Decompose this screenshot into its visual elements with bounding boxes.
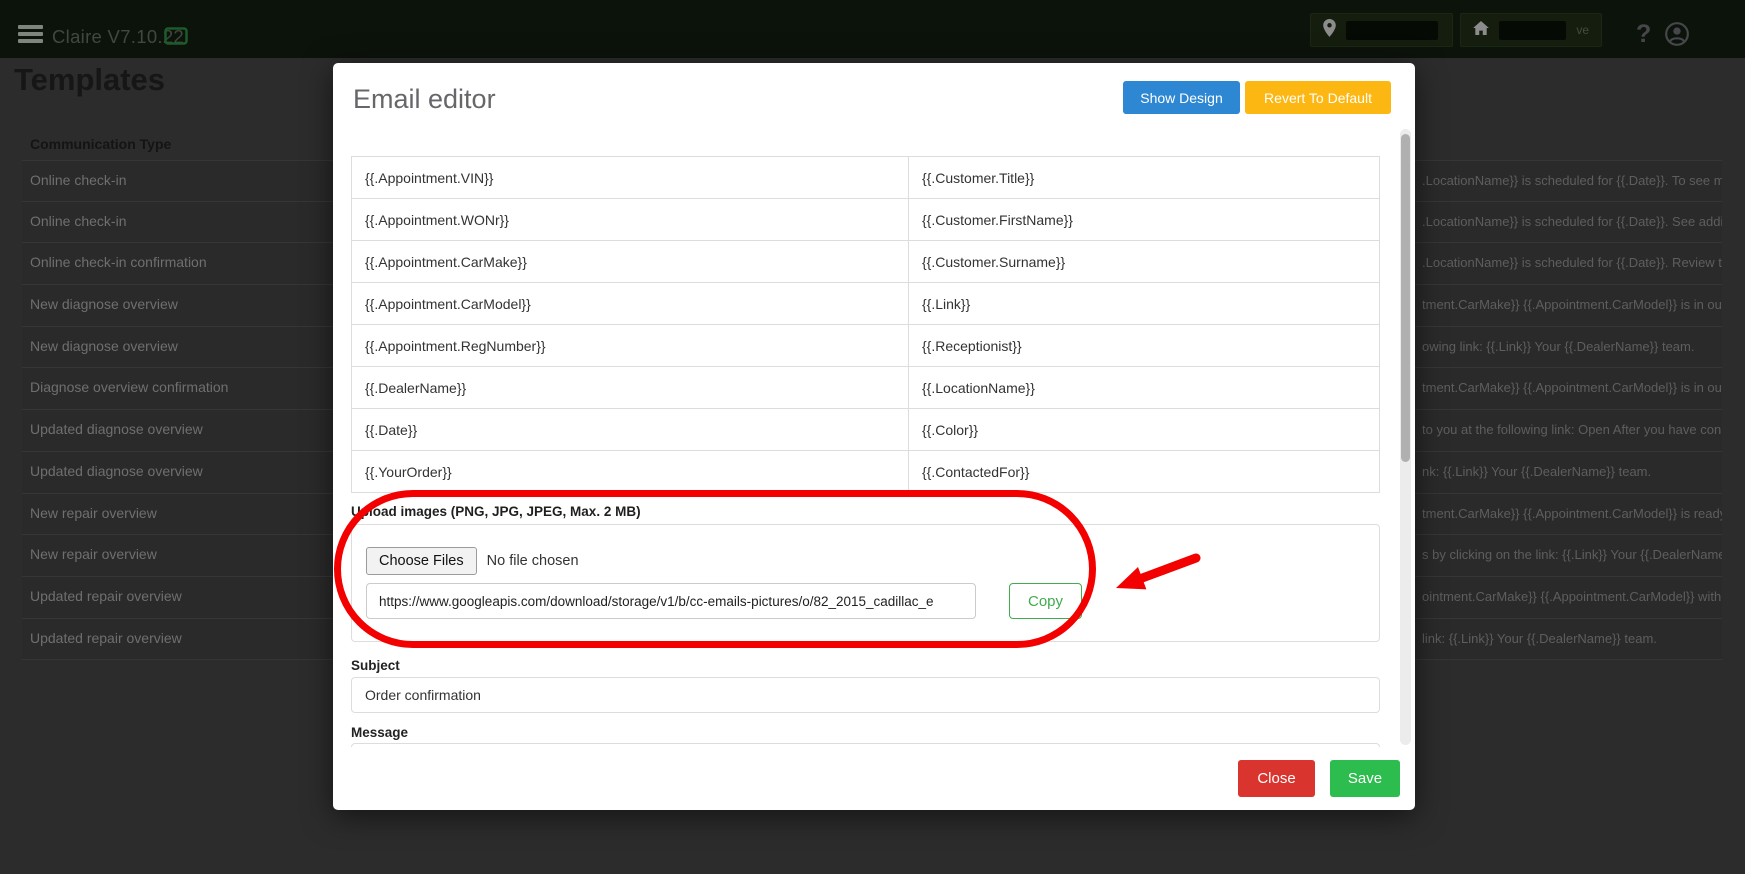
variable-cell[interactable]: {{.Appointment.RegNumber}} bbox=[352, 325, 909, 367]
user-account-icon[interactable] bbox=[1664, 21, 1690, 52]
template-type: Online check-in bbox=[30, 172, 127, 188]
template-preview: .LocationName}} is scheduled for {{.Date… bbox=[1422, 214, 1722, 229]
variable-cell[interactable]: {{.Appointment.WONr}} bbox=[352, 199, 909, 241]
variable-cell[interactable]: {{.LocationName}} bbox=[909, 367, 1380, 409]
top-bar: Claire V7.10.22 ve ? bbox=[0, 0, 1745, 58]
template-preview: ointment.CarMake}} {{.Appointment.CarMod… bbox=[1422, 589, 1722, 604]
template-preview: tment.CarMake}} {{.Appointment.CarModel}… bbox=[1422, 297, 1722, 312]
variable-cell[interactable]: {{.Appointment.VIN}} bbox=[352, 157, 909, 199]
choose-files-button[interactable]: Choose Files bbox=[366, 547, 477, 575]
template-preview: nk: {{.Link}} Your {{.DealerName}} team. bbox=[1422, 464, 1722, 479]
template-type: Online check-in bbox=[30, 213, 127, 229]
column-header-communication-type: Communication Type bbox=[30, 136, 171, 152]
template-type: Updated repair overview bbox=[30, 588, 182, 604]
close-button[interactable]: Close bbox=[1238, 760, 1315, 797]
save-button[interactable]: Save bbox=[1330, 760, 1400, 797]
template-preview: .LocationName}} is scheduled for {{.Date… bbox=[1422, 173, 1722, 188]
redacted-dealer-name bbox=[1499, 21, 1566, 40]
variable-cell[interactable]: {{.Appointment.CarModel}} bbox=[352, 283, 909, 325]
hamburger-menu-icon[interactable] bbox=[18, 25, 44, 44]
variable-cell[interactable]: {{.DealerName}} bbox=[352, 367, 909, 409]
email-editor-modal: Email editor Show Design Revert To Defau… bbox=[333, 63, 1415, 810]
subject-label: Subject bbox=[351, 658, 400, 673]
template-preview: tment.CarMake}} {{.Appointment.CarModel}… bbox=[1422, 506, 1722, 521]
template-type: Diagnose overview confirmation bbox=[30, 379, 228, 395]
cast-icon[interactable] bbox=[164, 27, 188, 50]
dealer-name-suffix: ve bbox=[1576, 23, 1589, 37]
dealer-selector[interactable]: ve bbox=[1460, 13, 1602, 47]
template-preview: s by clicking on the link: {{.Link}} You… bbox=[1422, 547, 1722, 562]
subject-input[interactable] bbox=[351, 677, 1380, 713]
template-type: New diagnose overview bbox=[30, 296, 178, 312]
template-type: Updated diagnose overview bbox=[30, 421, 203, 437]
upload-images-label: Upload images (PNG, JPG, JPEG, Max. 2 MB… bbox=[351, 504, 641, 519]
variable-cell[interactable]: {{.Customer.Surname}} bbox=[909, 241, 1380, 283]
template-type: New repair overview bbox=[30, 546, 157, 562]
template-preview: link: {{.Link}} Your {{.DealerName}} tea… bbox=[1422, 631, 1722, 646]
variable-cell[interactable]: {{.Customer.Title}} bbox=[909, 157, 1380, 199]
modal-scrollbar-thumb[interactable] bbox=[1401, 134, 1410, 462]
application-window: Claire V7.10.22 ve ? Templates bbox=[0, 0, 1745, 874]
message-textarea[interactable] bbox=[351, 743, 1380, 747]
variable-cell[interactable]: {{.Receptionist}} bbox=[909, 325, 1380, 367]
modal-title: Email editor bbox=[353, 84, 496, 115]
template-type: Updated repair overview bbox=[30, 630, 182, 646]
variable-cell[interactable]: {{.ContactedFor}} bbox=[909, 451, 1380, 493]
revert-to-default-button[interactable]: Revert To Default bbox=[1245, 81, 1391, 114]
template-type: New diagnose overview bbox=[30, 338, 178, 354]
no-file-chosen-text: No file chosen bbox=[487, 553, 579, 569]
template-variables-table: {{.Appointment.VIN}}{{.Customer.Title}} … bbox=[351, 156, 1380, 493]
template-type: New repair overview bbox=[30, 505, 157, 521]
variable-cell[interactable]: {{.Link}} bbox=[909, 283, 1380, 325]
variable-cell[interactable]: {{.Customer.FirstName}} bbox=[909, 199, 1380, 241]
upload-images-panel: Choose Files No file chosen Copy bbox=[351, 524, 1380, 642]
template-type: Online check-in confirmation bbox=[30, 254, 207, 270]
template-preview: owing link: {{.Link}} Your {{.DealerName… bbox=[1422, 339, 1722, 354]
page-title: Templates bbox=[14, 62, 165, 98]
template-type: Updated diagnose overview bbox=[30, 463, 203, 479]
variable-cell[interactable]: {{.YourOrder}} bbox=[352, 451, 909, 493]
variable-cell[interactable]: {{.Appointment.CarMake}} bbox=[352, 241, 909, 283]
redacted-location-name bbox=[1346, 21, 1438, 40]
copy-url-button[interactable]: Copy bbox=[1009, 583, 1082, 619]
home-icon bbox=[1473, 21, 1489, 40]
template-preview: .LocationName}} is scheduled for {{.Date… bbox=[1422, 255, 1722, 270]
location-selector[interactable] bbox=[1310, 13, 1453, 47]
location-pin-icon bbox=[1323, 19, 1336, 42]
variable-cell[interactable]: {{.Date}} bbox=[352, 409, 909, 451]
template-preview: tment.CarMake}} {{.Appointment.CarModel}… bbox=[1422, 380, 1722, 395]
image-url-input[interactable] bbox=[366, 583, 976, 619]
template-preview: to you at the following link: Open After… bbox=[1422, 422, 1722, 437]
message-label: Message bbox=[351, 725, 408, 740]
help-icon[interactable]: ? bbox=[1636, 20, 1651, 49]
modal-scrollbar-track[interactable] bbox=[1400, 129, 1411, 745]
show-design-button[interactable]: Show Design bbox=[1123, 81, 1240, 114]
variable-cell[interactable]: {{.Color}} bbox=[909, 409, 1380, 451]
